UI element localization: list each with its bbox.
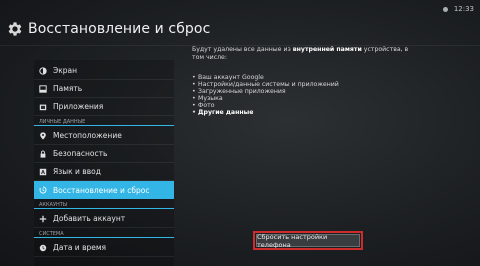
sidebar-item-date-time[interactable]: Дата и время xyxy=(34,239,174,257)
sidebar-item-display[interactable]: Экран xyxy=(34,62,174,80)
sidebar-item-apps[interactable]: Приложения xyxy=(34,98,174,116)
sidebar-item-storage[interactable]: Память xyxy=(34,80,174,98)
storage-icon xyxy=(39,84,47,93)
list-item: Загруженные приложения xyxy=(192,88,422,95)
sidebar-item-security[interactable]: Безопасность xyxy=(34,145,174,163)
svg-text:A: A xyxy=(41,170,45,176)
reset-warning-text: Будут удалены все данные из внутренней п… xyxy=(192,46,409,61)
list-item: Фото xyxy=(192,102,422,109)
gear-icon[interactable] xyxy=(6,20,24,38)
list-item: Ваш аккаунт Google xyxy=(192,74,422,81)
settings-sidebar: Экран Память Приложения ЛИЧНЫЕ ДАННЫЕ Ме… xyxy=(34,60,174,266)
list-item: Другие данные xyxy=(192,109,422,116)
sidebar-item-label: Приложения xyxy=(53,102,104,111)
plus-icon xyxy=(39,215,47,223)
section-header-personal: ЛИЧНЫЕ ДАННЫЕ xyxy=(34,116,174,126)
action-bar: Восстановление и сброс xyxy=(0,12,480,46)
section-header-system: СИСТЕМА xyxy=(34,228,174,238)
brightness-icon xyxy=(39,66,47,75)
data-to-erase-list: Ваш аккаунт Google Настройки/данные сист… xyxy=(192,74,422,116)
apps-icon xyxy=(39,103,47,111)
sidebar-item-location[interactable]: Местоположение xyxy=(34,127,174,145)
clock-icon xyxy=(39,244,47,252)
sidebar-item-label: Восстановление и сброс xyxy=(53,185,150,195)
screen: 12:33 Восстановление и сброс Экран Памят… xyxy=(0,0,480,266)
reset-phone-button[interactable]: Сбросить настройки телефона xyxy=(253,231,363,250)
sidebar-item-add-account[interactable]: Добавить аккаунт xyxy=(34,210,174,228)
notification-icon xyxy=(442,6,448,12)
sidebar-item-label: Дата и время xyxy=(53,243,107,252)
section-header-accounts: АККАУНТЫ xyxy=(34,199,174,209)
sidebar-item-language[interactable]: A Язык и ввод xyxy=(34,163,174,181)
sidebar-item-label: Добавить аккаунт xyxy=(53,214,126,223)
sidebar-item-label: Местоположение xyxy=(53,131,122,140)
list-item: Музыка xyxy=(192,95,422,102)
sidebar-item-backup-reset[interactable]: Восстановление и сброс xyxy=(34,181,174,199)
list-item: Настройки/данные системы и приложений xyxy=(192,81,422,88)
internal-memory-emphasis: внутренней памяти xyxy=(292,46,362,53)
page-title: Восстановление и сброс xyxy=(28,20,211,37)
sidebar-item-label: Язык и ввод xyxy=(53,167,101,176)
lock-icon xyxy=(39,150,47,158)
language-icon: A xyxy=(39,168,47,176)
sidebar-item-label: Память xyxy=(53,84,83,93)
sidebar-item-label: Экран xyxy=(53,66,78,75)
sidebar-item-label: Безопасность xyxy=(53,149,108,158)
location-icon xyxy=(39,131,47,140)
restore-icon xyxy=(39,186,47,194)
reset-description: Будут удалены все данные из внутренней п… xyxy=(192,46,422,116)
